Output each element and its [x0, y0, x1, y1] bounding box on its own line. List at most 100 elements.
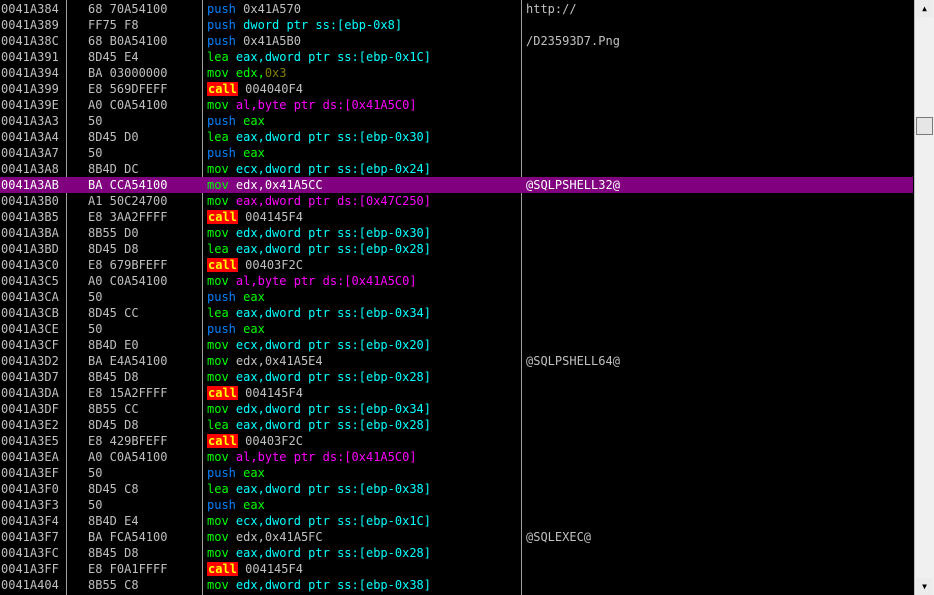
address-cell: 0041A3C0 — [1, 258, 59, 272]
scroll-down-arrow-icon[interactable]: ▼ — [916, 578, 933, 595]
instruction-row[interactable]: 0041A3FC 8B45 D8 mov eax,dword ptr ss:[ebp… — [0, 545, 913, 561]
mnemonic: call — [207, 434, 238, 448]
hex-bytes-cell: 8D45 D0 — [88, 130, 139, 144]
selected-instruction-row[interactable]: 0041A3AB BA CCA54100 mov edx,0x41A5CC @SQLP… — [0, 177, 913, 193]
instruction-row[interactable]: 0041A3C0 E8 679BFEFF call 00403F2C — [0, 257, 913, 273]
instruction-row[interactable]: 0041A3F0 8D45 C8 lea eax,dword ptr ss:[ebp… — [0, 481, 913, 497]
mnemonic: push — [207, 466, 236, 480]
disassembly-cell: push eax — [207, 145, 265, 161]
operand: eax — [243, 322, 265, 336]
instruction-row[interactable]: 0041A3A8 8B4D DC mov ecx,dword ptr ss:[ebp… — [0, 161, 913, 177]
hex-bytes-cell: 50 — [88, 498, 103, 512]
instruction-row[interactable]: 0041A3A7 50 push eax — [0, 145, 913, 161]
operand: 0x3 — [264, 66, 287, 80]
mnemonic: mov — [207, 66, 229, 80]
address-cell: 0041A3C5 — [1, 274, 59, 288]
disassembly-pane[interactable]: 0041A384 68 70A54100 push 0x41A570 http://0… — [0, 0, 914, 595]
instruction-row[interactable]: 0041A3E2 8D45 D8 lea eax,dword ptr ss:[ebp… — [0, 417, 913, 433]
disassembly-cell: mov edx,0x41A5FC — [207, 529, 323, 545]
mnemonic: call — [207, 562, 238, 576]
disassembly-cell: lea eax,dword ptr ss:[ebp-0x38] — [207, 481, 431, 497]
instruction-row[interactable]: 0041A404 8B55 C8 mov edx,dword ptr ss:[ebp… — [0, 577, 913, 593]
instruction-row[interactable]: 0041A3F4 8B4D E4 mov ecx,dword ptr ss:[ebp… — [0, 513, 913, 529]
instruction-row[interactable]: 0041A3D7 8B45 D8 mov eax,dword ptr ss:[ebp… — [0, 369, 913, 385]
comment-cell: @SQLEXEC@ — [526, 530, 592, 544]
scroll-thumb[interactable] — [916, 117, 933, 135]
operand: 0x41A570 — [243, 2, 301, 16]
hex-bytes-cell: 8D45 D8 — [88, 418, 139, 432]
instruction-row[interactable]: 0041A3DF 8B55 CC mov edx,dword ptr ss:[ebp… — [0, 401, 913, 417]
disassembly-cell: mov al,byte ptr ds:[0x41A5C0] — [207, 449, 417, 465]
disassembly-cell: mov edx,0x41A5E4 — [207, 353, 323, 369]
instruction-row[interactable]: 0041A3A4 8D45 D0 lea eax,dword ptr ss:[ebp… — [0, 129, 913, 145]
hex-bytes-cell: 8B4D E0 — [88, 338, 139, 352]
instruction-row[interactable]: 0041A3BD 8D45 D8 lea eax,dword ptr ss:[ebp… — [0, 241, 913, 257]
instruction-row[interactable]: 0041A3B5 E8 3AA2FFFF call 004145F4 — [0, 209, 913, 225]
instruction-row[interactable]: 0041A3EA A0 C0A54100 mov al,byte ptr ds:[0… — [0, 449, 913, 465]
instruction-row[interactable]: 0041A3B0 A1 50C24700 mov eax,dword ptr ds:… — [0, 193, 913, 209]
mnemonic: lea — [207, 418, 229, 432]
disassembly-cell: mov ecx,dword ptr ss:[ebp-0x20] — [207, 337, 431, 353]
address-cell: 0041A3F7 — [1, 530, 59, 544]
hex-bytes-cell: A0 C0A54100 — [88, 450, 168, 464]
operand: eax,dword ptr ss:[ebp-0x28] — [235, 370, 431, 384]
hex-bytes-cell: A0 C0A54100 — [88, 274, 168, 288]
instruction-row[interactable]: 0041A3BA 8B55 D0 mov edx,dword ptr ss:[ebp… — [0, 225, 913, 241]
instruction-row[interactable]: 0041A3C5 A0 C0A54100 mov al,byte ptr ds:[0… — [0, 273, 913, 289]
instruction-row[interactable]: 0041A3CF 8B4D E0 mov ecx,dword ptr ss:[ebp… — [0, 337, 913, 353]
mnemonic: call — [207, 386, 238, 400]
operand: eax,dword ptr ss:[ebp-0x30] — [235, 130, 431, 144]
address-cell: 0041A3A8 — [1, 162, 59, 176]
instruction-row[interactable]: 0041A3A3 50 push eax — [0, 113, 913, 129]
hex-bytes-cell: BA 03000000 — [88, 66, 168, 80]
hex-bytes-cell: 8D45 C8 — [88, 482, 139, 496]
disassembly-cell: push eax — [207, 113, 265, 129]
instruction-row[interactable]: 0041A3CE 50 push eax — [0, 321, 913, 337]
operand: eax — [243, 498, 265, 512]
disassembly-cell: push dword ptr ss:[ebp-0x8] — [207, 17, 402, 33]
comment-cell: @SQLPSHELL64@ — [526, 354, 620, 368]
instruction-row[interactable]: 0041A3CB 8D45 CC lea eax,dword ptr ss:[ebp… — [0, 305, 913, 321]
vertical-scrollbar[interactable]: ▲ ▼ — [914, 0, 934, 595]
instruction-row[interactable]: 0041A3F7 BA FCA54100 mov edx,0x41A5FC @SQLE… — [0, 529, 913, 545]
instruction-row[interactable]: 0041A389 FF75 F8 push dword ptr ss:[ebp-0x… — [0, 17, 913, 33]
hex-bytes-cell: 8B55 D0 — [88, 226, 139, 240]
operand: eax,dword ptr ss:[ebp-0x28] — [235, 242, 431, 256]
disassembly-cell: push eax — [207, 497, 265, 513]
disassembly-cell: push eax — [207, 465, 265, 481]
instruction-row[interactable]: 0041A3CA 50 push eax — [0, 289, 913, 305]
hex-bytes-cell: E8 3AA2FFFF — [88, 210, 168, 224]
hex-bytes-cell: 8B45 D8 — [88, 546, 139, 560]
disassembly-cell: mov edx,dword ptr ss:[ebp-0x30] — [207, 225, 431, 241]
address-cell: 0041A3A3 — [1, 114, 59, 128]
operand: edx,dword ptr ss:[ebp-0x30] — [235, 226, 431, 240]
hex-bytes-cell: 68 B0A54100 — [88, 34, 168, 48]
disassembly-cell: call 004040F4 — [207, 81, 303, 97]
instruction-row[interactable]: 0041A3DA E8 15A2FFFF call 004145F4 — [0, 385, 913, 401]
operand: edx,dword ptr ss:[ebp-0x38] — [235, 578, 431, 592]
instruction-row[interactable]: 0041A38C 68 B0A54100 push 0x41A5B0/D23593D… — [0, 33, 913, 49]
mnemonic: mov — [207, 514, 229, 528]
address-cell: 0041A3FF — [1, 562, 59, 576]
instruction-row[interactable]: 0041A384 68 70A54100 push 0x41A570 http:// — [0, 1, 913, 17]
address-cell: 0041A3EA — [1, 450, 59, 464]
instruction-row[interactable]: 0041A3FF E8 F0A1FFFF call 004145F4 — [0, 561, 913, 577]
instruction-row[interactable]: 0041A391 8D45 E4 lea eax,dword ptr ss:[ebp… — [0, 49, 913, 65]
instruction-row[interactable]: 0041A3F3 50 push eax — [0, 497, 913, 513]
mnemonic: mov — [207, 226, 229, 240]
instruction-row[interactable]: 0041A394 BA 03000000 mov edx,0x3 — [0, 65, 913, 81]
address-cell: 0041A3E5 — [1, 434, 59, 448]
scroll-up-arrow-icon[interactable]: ▲ — [916, 0, 933, 17]
disassembly-cell: call 004145F4 — [207, 209, 303, 225]
instruction-row[interactable]: 0041A3E5 E8 429BFEFF call 00403F2C — [0, 433, 913, 449]
instruction-row[interactable]: 0041A399 E8 569DFEFF call 004040F4 — [0, 81, 913, 97]
mnemonic: mov — [207, 578, 229, 592]
mnemonic: lea — [207, 242, 229, 256]
disassembly-cell: mov eax,dword ptr ss:[ebp-0x28] — [207, 545, 431, 561]
disassembly-cell: mov edx,0x3 — [207, 65, 287, 81]
instruction-row[interactable]: 0041A3D2 BA E4A54100 mov edx,0x41A5E4 @SQLP… — [0, 353, 913, 369]
instruction-row[interactable]: 0041A39E A0 C0A54100 mov al,byte ptr ds:[0… — [0, 97, 913, 113]
instruction-row[interactable]: 0041A3EF 50 push eax — [0, 465, 913, 481]
address-cell: 0041A389 — [1, 18, 59, 32]
operand: edx,0x41A5FC — [235, 530, 323, 544]
